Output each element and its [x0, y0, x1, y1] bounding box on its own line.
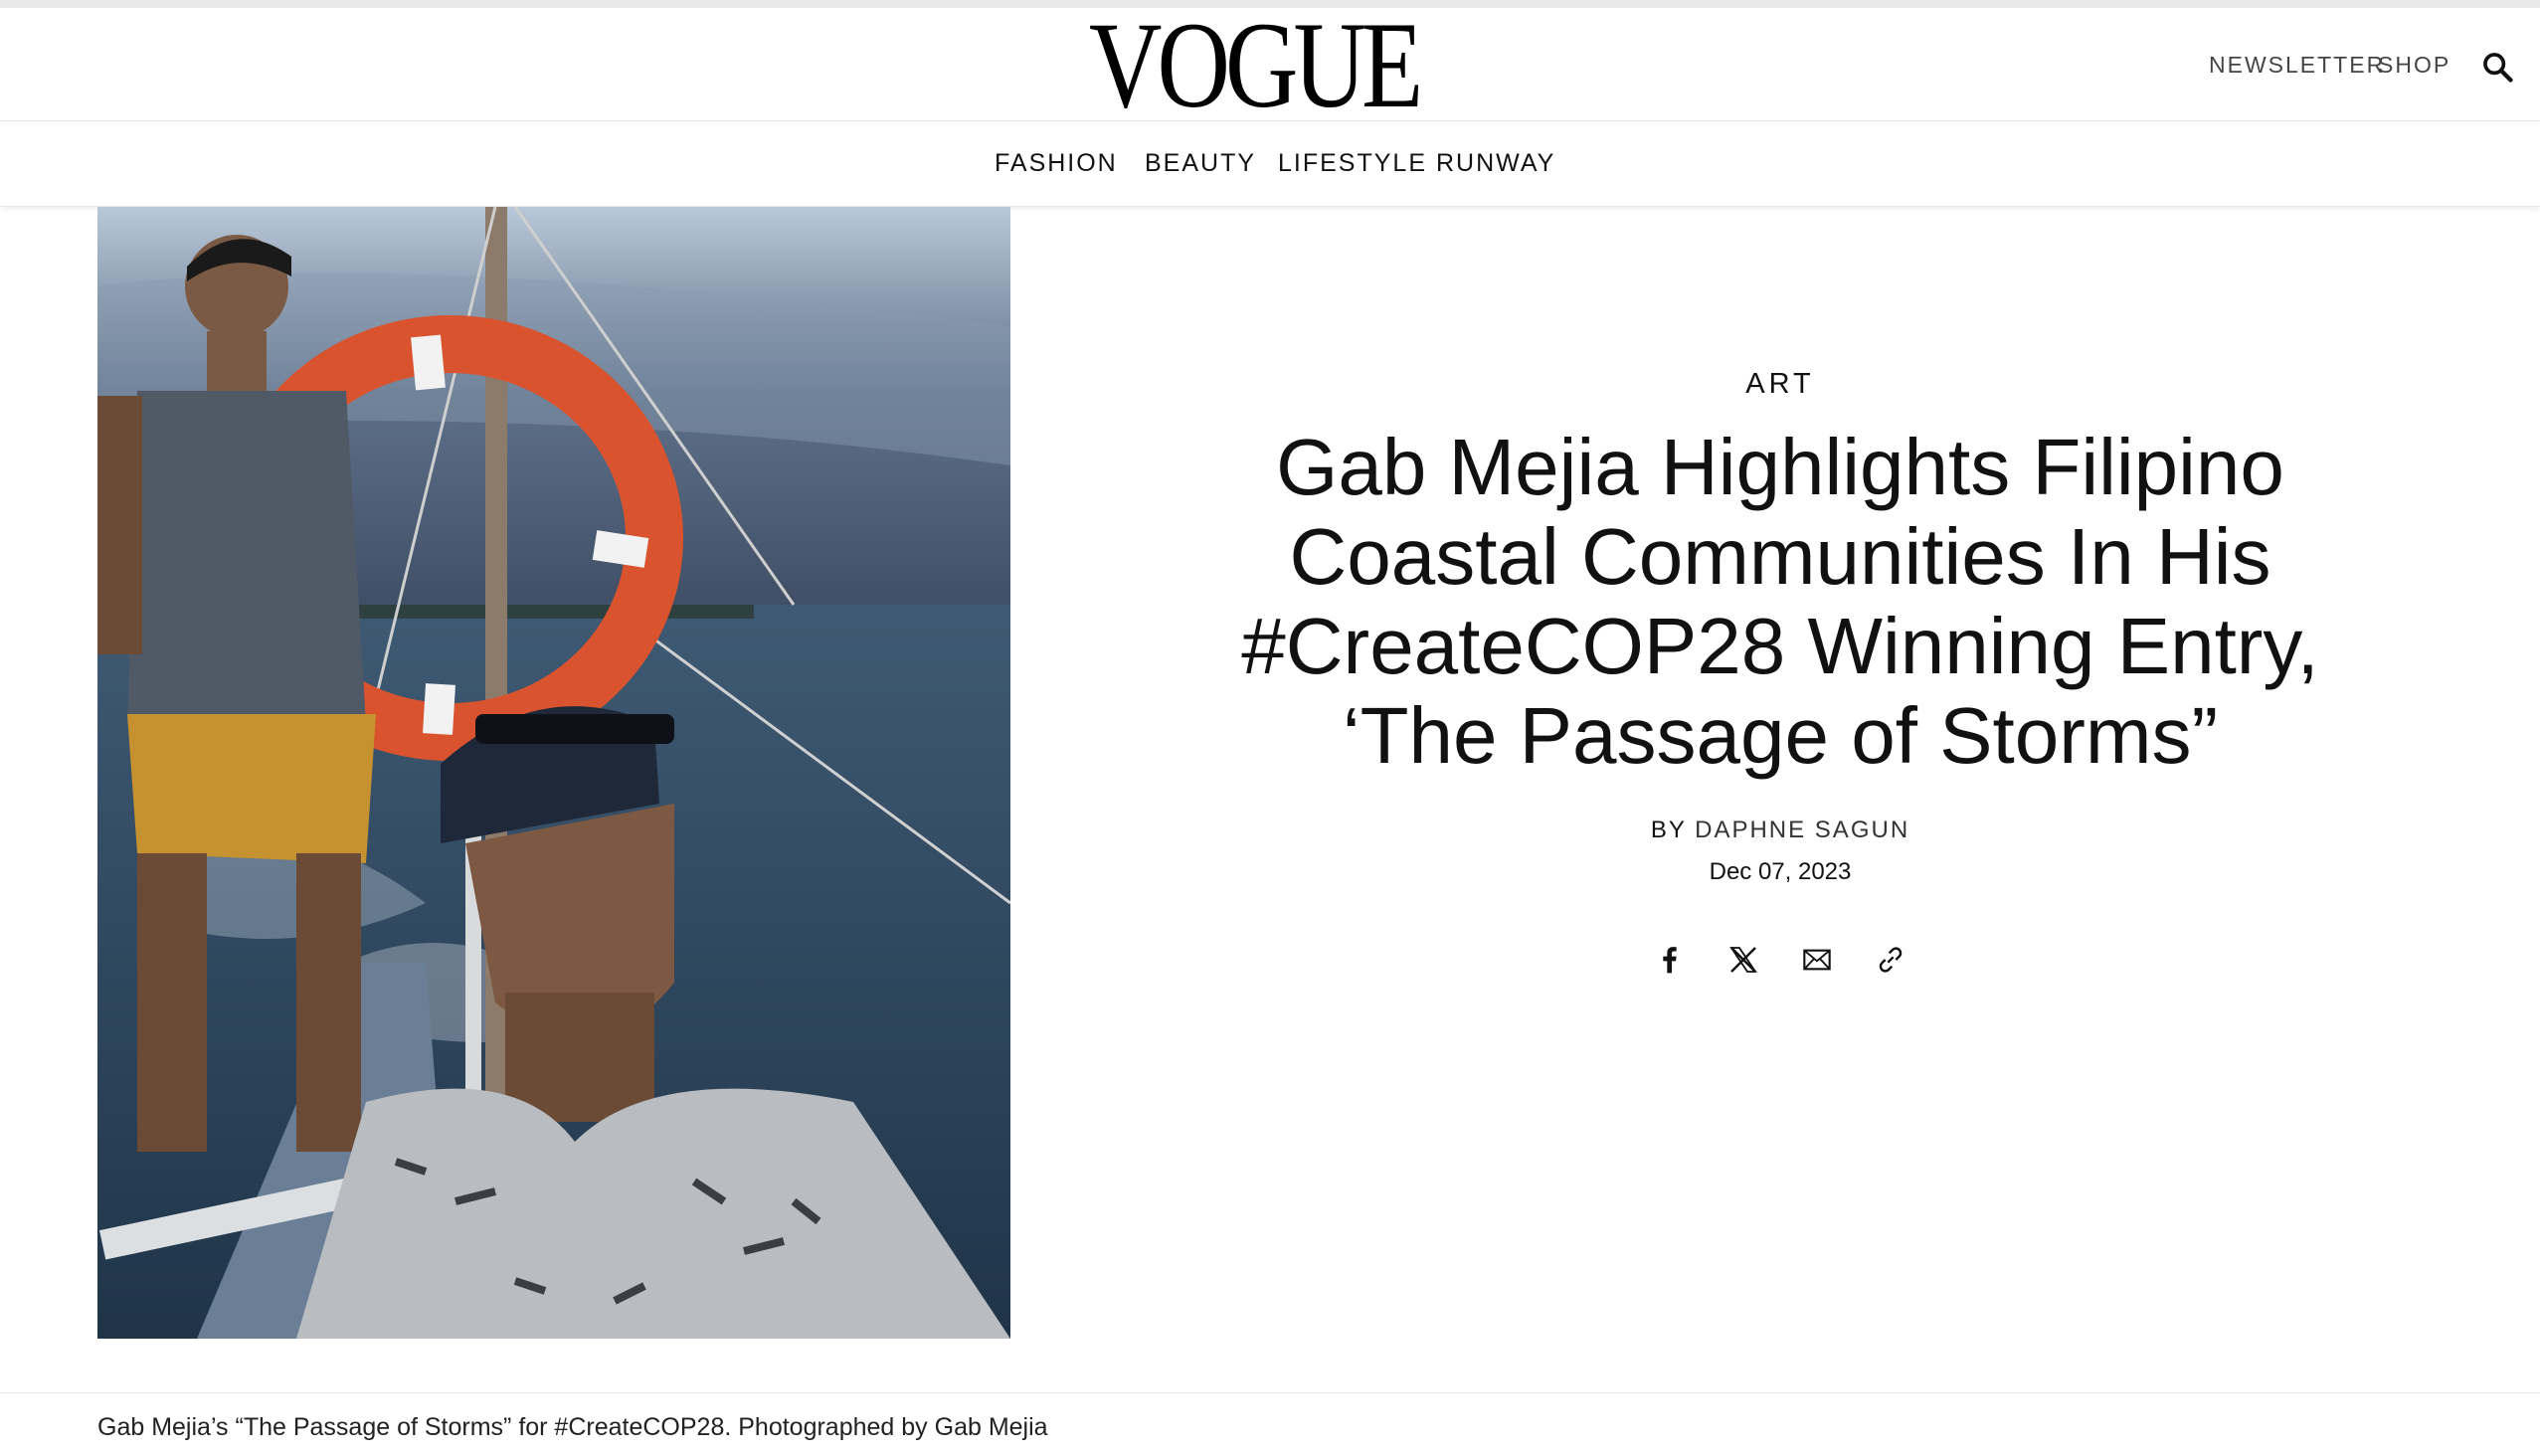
author-link[interactable]: DAPHNE SAGUN [1695, 817, 1909, 843]
nav-item-runway[interactable]: RUNWAY [1436, 149, 1555, 178]
byline: BY DAPHNE SAGUN [1164, 817, 2397, 844]
article-headline: Gab Mejia Highlights Filipino Coastal Co… [1241, 423, 2319, 780]
publish-date: Dec 07, 2023 [1709, 858, 1852, 885]
link-icon[interactable] [1875, 944, 1906, 976]
photo-caption: Gab Mejia’s “The Passage of Storms” for … [97, 1413, 1048, 1441]
nav-item-beauty[interactable]: BEAUTY [1145, 149, 1256, 178]
byline-prefix: BY [1650, 817, 1687, 843]
nav-item-fashion[interactable]: FASHION [995, 149, 1118, 178]
nav-item-lifestyle[interactable]: LIFESTYLE [1278, 149, 1427, 178]
caption-bar: Gab Mejia’s “The Passage of Storms” for … [0, 1392, 2540, 1456]
shop-link[interactable]: SHOP [2378, 52, 2450, 79]
search-icon[interactable] [2480, 50, 2514, 84]
share-bar [1164, 944, 2397, 976]
section-label[interactable]: ART [1164, 368, 2397, 401]
hero-photo [97, 207, 1010, 1339]
newsletter-link[interactable]: NEWSLETTER [2209, 52, 2385, 79]
email-icon[interactable] [1801, 944, 1833, 976]
vogue-logo[interactable]: VOGUE [1089, 4, 1423, 127]
site-header: VOGUE NEWSLETTER SHOP [0, 0, 2540, 127]
main-nav: FASHION BEAUTY LIFESTYLE RUNWAY [0, 121, 2540, 207]
x-icon[interactable] [1727, 944, 1759, 976]
article-header: ART Gab Mejia Highlights Filipino Coasta… [1164, 368, 2397, 976]
facebook-icon[interactable] [1654, 944, 1686, 976]
